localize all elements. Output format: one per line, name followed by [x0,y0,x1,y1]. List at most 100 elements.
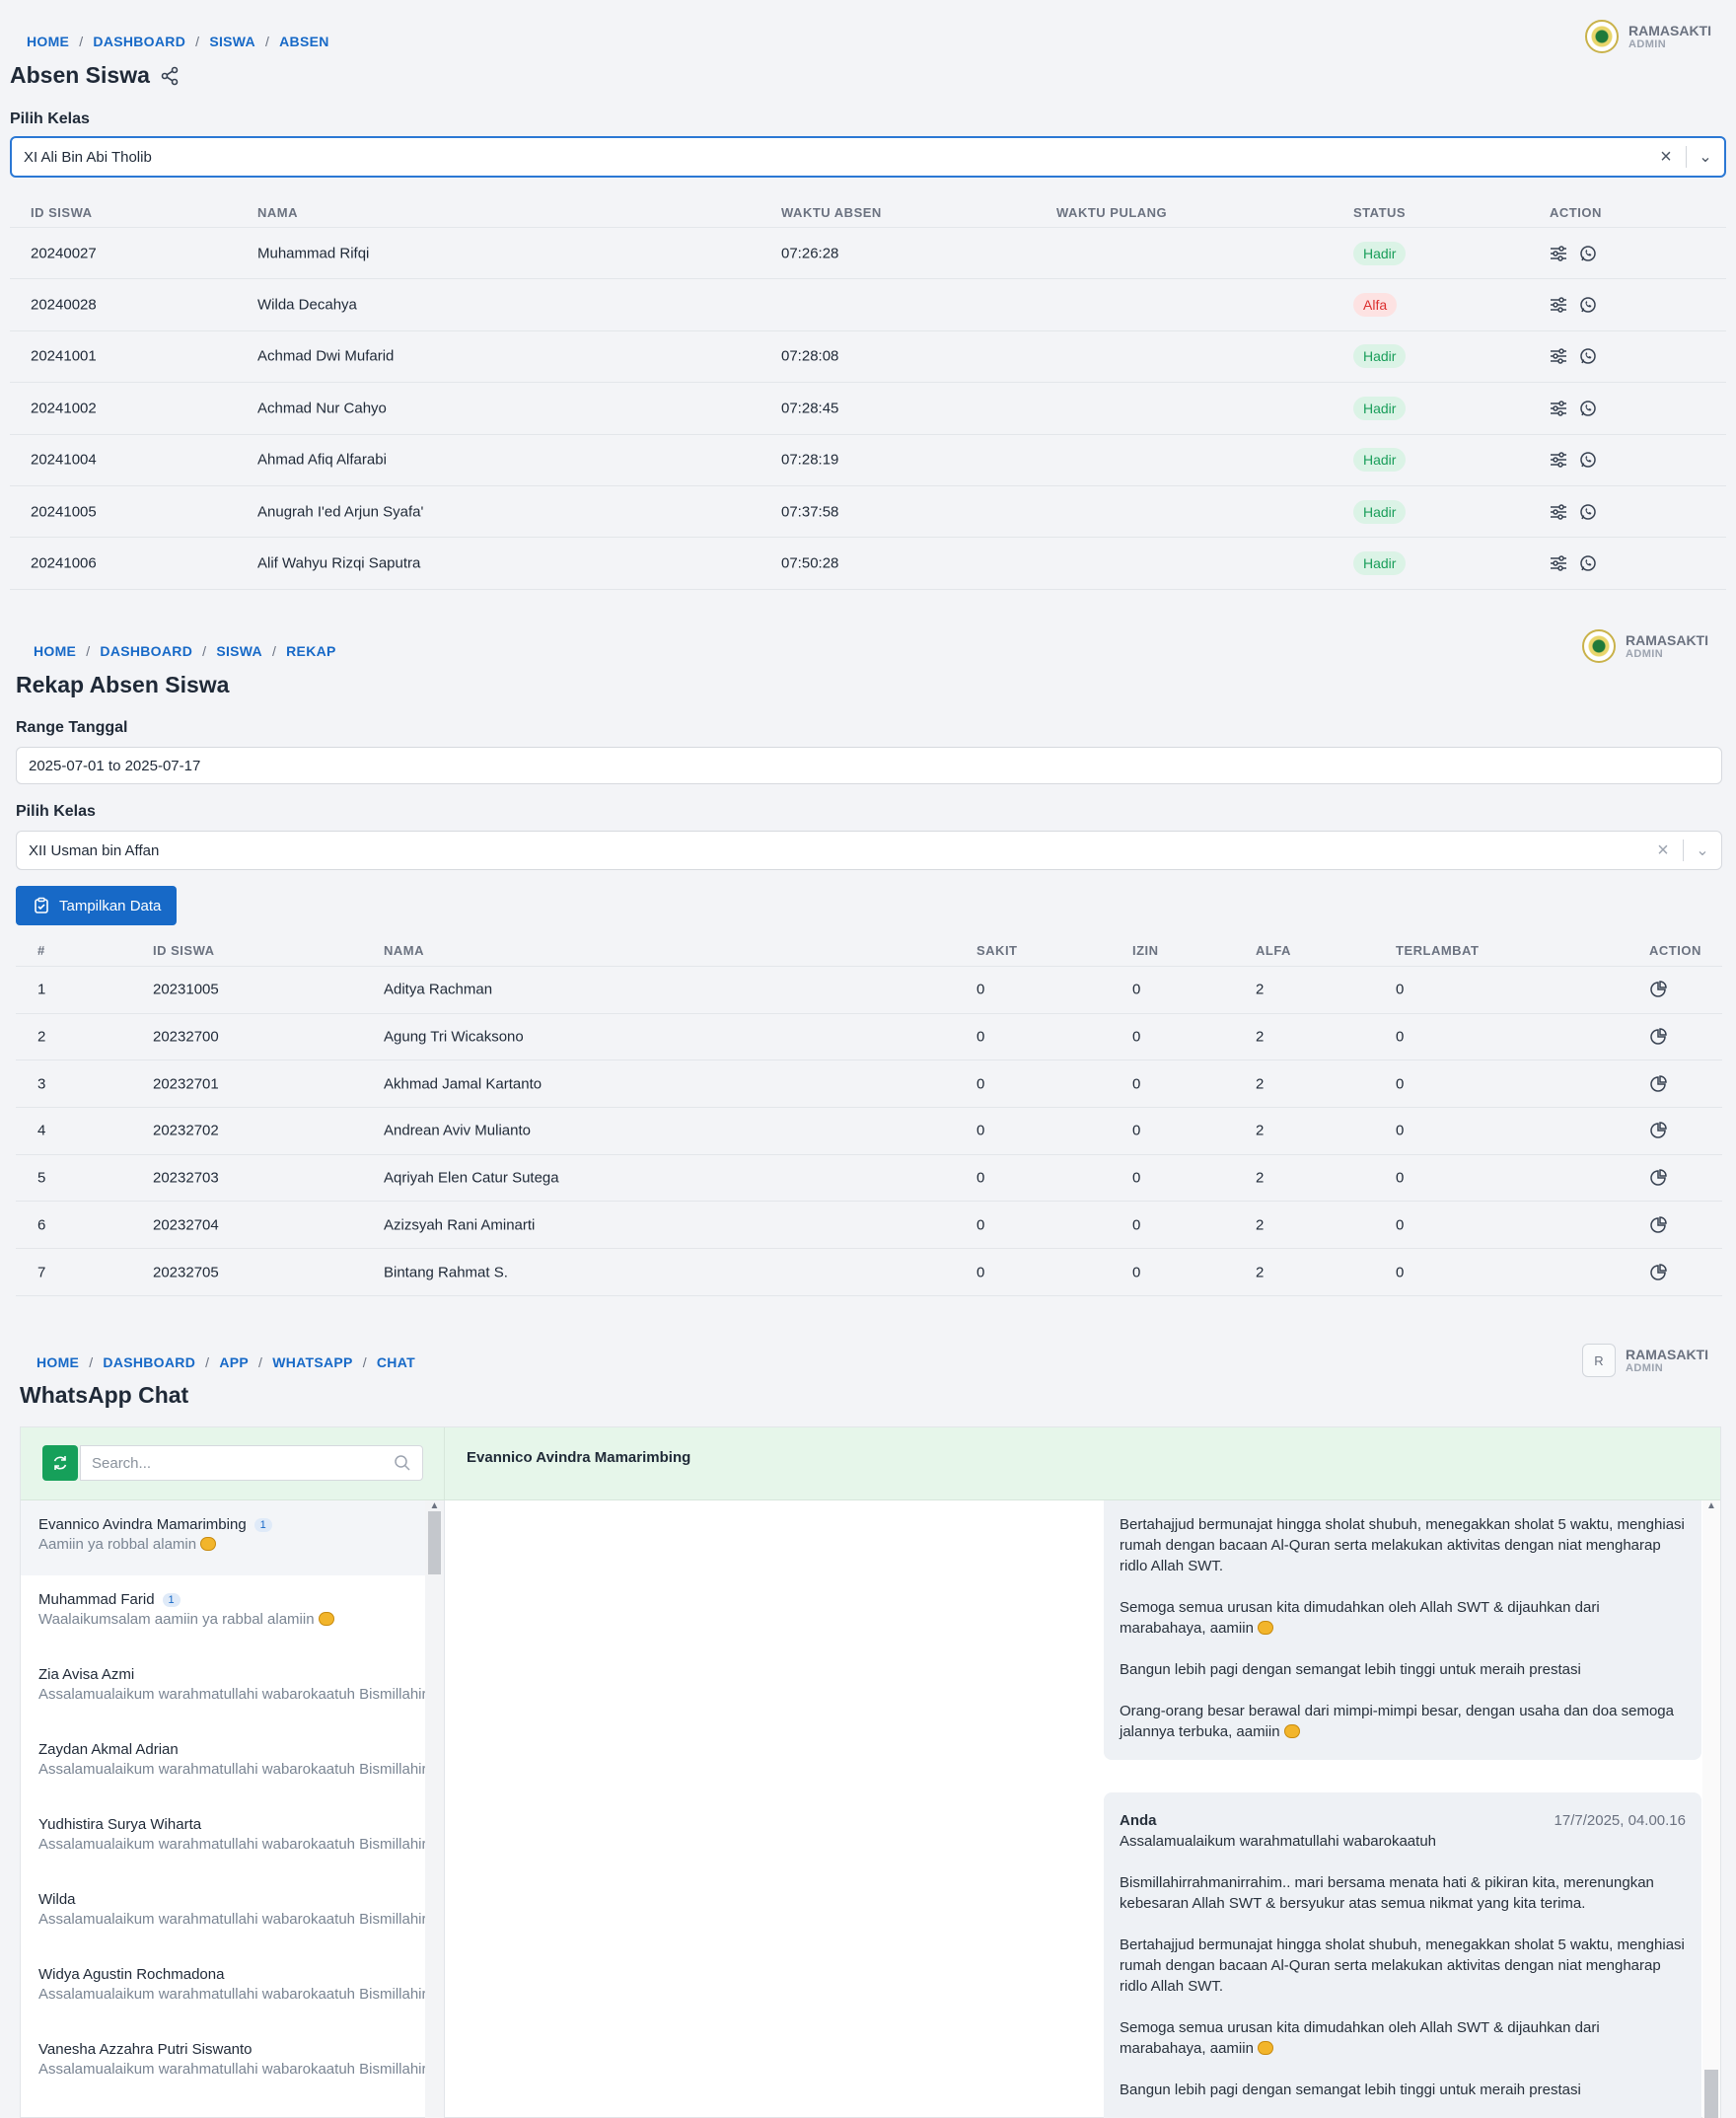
edit-settings-icon[interactable] [1549,346,1568,366]
chart-pie-icon[interactable] [1648,1263,1668,1282]
chart-pie-icon[interactable] [1648,1215,1668,1235]
breadcrumb-whatsapp[interactable]: WHATSAPP [272,1354,352,1370]
search-icon[interactable] [393,1453,412,1473]
cell-nama: Wilda Decahya [257,296,357,314]
cell-izin: 0 [1132,1216,1141,1234]
refresh-button[interactable] [42,1445,78,1481]
active-chat-name: Evannico Avindra Mamarimbing [467,1449,691,1466]
whatsapp-icon[interactable] [1578,553,1598,573]
cell-id-siswa: 20241005 [31,503,97,521]
chart-pie-icon[interactable] [1648,1027,1668,1047]
edit-settings-icon[interactable] [1549,553,1568,573]
th-action: ACTION [1550,205,1602,220]
whatsapp-panel: Search... Evannico Avindra Mamarimbing E… [20,1426,1721,2118]
cell-nama: Akhmad Jamal Kartanto [384,1075,542,1093]
whatsapp-icon[interactable] [1578,346,1598,366]
cell-id-siswa: 20232701 [153,1075,219,1093]
contact-last-message: Assalamualaikum warahmatullahi wabarokaa… [38,1986,425,2003]
breadcrumb-dashboard[interactable]: DASHBOARD [103,1354,195,1370]
chevron-down-icon[interactable]: ⌄ [1684,840,1721,860]
range-tanggal-input[interactable]: 2025-07-01 to 2025-07-17 [16,747,1722,784]
contact-item[interactable]: Yudhistira Surya Wiharta Assalamualaikum … [21,1800,425,1875]
contact-item[interactable]: Zaydan Akmal Adrian Assalamualaikum warah… [21,1725,425,1800]
chat-scrollbar[interactable]: ▲ [1702,1500,1720,2118]
cell-id-siswa: 20232700 [153,1028,219,1046]
breadcrumb-siswa[interactable]: SISWA [216,643,262,659]
clipboard-icon [32,896,51,915]
table-row: 20241002 Achmad Nur Cahyo 07:28:45 Hadir [10,383,1726,435]
cell-nama: Agung Tri Wicaksono [384,1028,524,1046]
kelas-select[interactable]: XII Usman bin Affan × ⌄ [16,831,1722,870]
breadcrumb-siswa[interactable]: SISWA [209,34,255,49]
contact-item[interactable]: Muhammad Farid 1 Waalaikumsalam aamiin ya … [21,1575,425,1650]
breadcrumb-absen[interactable]: ABSEN [279,34,329,49]
breadcrumb-home[interactable]: HOME [36,1354,79,1370]
message-time: 17/7/2025, 04.00.16 [1554,1812,1686,1829]
breadcrumb-dashboard[interactable]: DASHBOARD [100,643,192,659]
table-row: 1 20231005 Aditya Rachman 0 0 2 0 [16,967,1722,1014]
status-badge: Hadir [1353,344,1407,369]
whatsapp-icon[interactable] [1578,244,1598,263]
cell-sakit: 0 [976,1122,985,1139]
contact-item[interactable]: Widya Agustin Rochmadona Assalamualaikum … [21,1950,425,2025]
cell-nama: Aqriyah Elen Catur Sutega [384,1169,559,1187]
edit-settings-icon[interactable] [1549,502,1568,522]
share-icon[interactable] [160,66,180,86]
cell-alfa: 2 [1256,981,1265,998]
contact-name: Muhammad Farid 1 [38,1591,425,1608]
contact-scrollbar[interactable]: ▲ [425,1500,445,2118]
breadcrumb-dashboard[interactable]: DASHBOARD [93,34,185,49]
whatsapp-icon[interactable] [1578,295,1598,315]
breadcrumb-home[interactable]: HOME [27,34,69,49]
breadcrumb: HOME / DASHBOARD / SISWA / REKAP [34,643,336,659]
cell-waktu-absen: 07:26:28 [781,245,839,262]
clear-icon[interactable]: × [1646,146,1686,169]
clear-icon[interactable]: × [1643,840,1683,862]
th-sakit: SAKIT [976,943,1018,958]
cell-id-siswa: 20241004 [31,451,97,469]
cell-izin: 0 [1132,1169,1141,1187]
kelas-select[interactable]: XI Ali Bin Abi Tholib × ⌄ [10,136,1726,178]
whatsapp-icon[interactable] [1578,502,1598,522]
breadcrumb-chat[interactable]: CHAT [377,1354,415,1370]
whatsapp-icon[interactable] [1578,450,1598,470]
breadcrumb-rekap[interactable]: REKAP [286,643,336,659]
contact-item[interactable]: Evannico Avindra Mamarimbing 1 Aamiin ya r… [21,1500,425,1575]
edit-settings-icon[interactable] [1549,450,1568,470]
user-menu[interactable]: R RAMASAKTI ADMIN [1582,1344,1708,1377]
chart-pie-icon[interactable] [1648,1168,1668,1188]
edit-settings-icon[interactable] [1549,399,1568,418]
tampilkan-data-button[interactable]: Tampilkan Data [16,886,178,925]
user-name: RAMASAKTI [1626,632,1708,648]
breadcrumb-app[interactable]: APP [219,1354,249,1370]
cell-izin: 0 [1132,1075,1141,1093]
contact-item[interactable]: Zia Avisa Azmi Assalamualaikum warahmatul… [21,1650,425,1725]
search-input[interactable]: Search... [80,1445,423,1481]
status-badge: Hadir [1353,241,1407,265]
cell-no: 2 [37,1028,46,1046]
contact-item[interactable]: Vanesha Azzahra Putri Siswanto Assalamual… [21,2025,425,2100]
edit-settings-icon[interactable] [1549,244,1568,263]
absen-table: ID SISWA NAMA WAKTU ABSEN WAKTU PULANG S… [10,197,1726,590]
th-status: STATUS [1353,205,1407,220]
contact-name: Zaydan Akmal Adrian [38,1741,179,1758]
cell-alfa: 2 [1256,1075,1265,1093]
edit-settings-icon[interactable] [1549,295,1568,315]
cell-waktu-absen: 07:28:45 [781,400,839,417]
cell-izin: 0 [1132,1028,1141,1046]
user-menu[interactable]: RAMASAKTI ADMIN [1585,20,1711,53]
user-role: ADMIN [1626,1362,1664,1374]
contact-item[interactable]: Wilda Assalamualaikum warahmatullahi waba… [21,1875,425,1950]
contact-name: Vanesha Azzahra Putri Siswanto [38,2041,253,2058]
chat-header: Search... Evannico Avindra Mamarimbing [21,1427,1720,1500]
whatsapp-icon[interactable] [1578,399,1598,418]
chart-pie-icon[interactable] [1648,980,1668,999]
breadcrumb-home[interactable]: HOME [34,643,76,659]
message-bubble: Anda 17/7/2025, 04.00.16 Assalamualaikum… [1104,1792,1701,2118]
user-menu[interactable]: RAMASAKTI ADMIN [1582,629,1708,663]
chevron-down-icon[interactable]: ⌄ [1687,147,1724,167]
chart-pie-icon[interactable] [1648,1074,1668,1094]
user-name: RAMASAKTI [1626,1347,1708,1362]
contact-name: Widya Agustin Rochmadona [38,1966,225,1983]
chart-pie-icon[interactable] [1648,1121,1668,1140]
